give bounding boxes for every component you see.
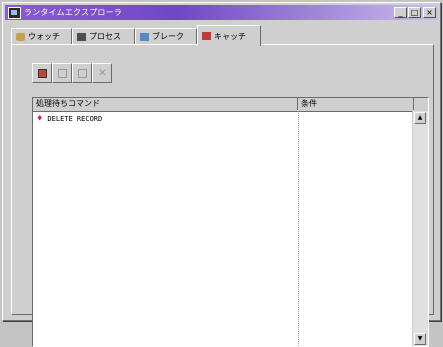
tab-label: ウォッチ bbox=[28, 32, 60, 41]
scroll-down-button[interactable]: ▼ bbox=[414, 333, 426, 345]
breakpoint-icon bbox=[140, 32, 149, 41]
tab-label: ブレーク bbox=[152, 32, 184, 41]
list-item[interactable]: ♦ DELETE RECORD bbox=[37, 114, 103, 124]
close-button[interactable]: × bbox=[423, 7, 436, 18]
new-icon bbox=[38, 69, 47, 78]
window-title: ランタイムエクスプローラ bbox=[24, 8, 122, 17]
list-header: 処理待ちコマンド 条件 bbox=[33, 98, 428, 112]
copy-icon bbox=[78, 69, 87, 78]
tab-watch[interactable]: ウォッチ bbox=[11, 28, 72, 44]
vertical-scrollbar[interactable]: ▲ ▼ bbox=[412, 111, 428, 346]
catch-list[interactable]: 処理待ちコマンド 条件 ♦ DELETE RECORD ▲ ▼ bbox=[32, 97, 429, 347]
title-bar[interactable]: ランタイムエクスプローラ _ □ × bbox=[5, 5, 438, 20]
column-header-command[interactable]: 処理待ちコマンド bbox=[33, 98, 298, 110]
app-icon[interactable] bbox=[8, 7, 21, 19]
process-icon bbox=[77, 32, 86, 41]
tab-catch[interactable]: キャッチ bbox=[197, 25, 261, 46]
watch-icon bbox=[16, 32, 25, 41]
new-catch-button[interactable] bbox=[32, 63, 52, 83]
tab-label: プロセス bbox=[89, 32, 121, 41]
runtime-explorer-window: ランタイムエクスプローラ _ □ × ウォッチ プロセス ブレーク キャッチ ✕… bbox=[2, 2, 441, 347]
toolbar: ✕ bbox=[32, 63, 112, 84]
scroll-up-button[interactable]: ▲ bbox=[414, 112, 426, 124]
diamond-icon: ♦ bbox=[37, 114, 43, 124]
copy-catch-button[interactable] bbox=[72, 63, 92, 83]
edit-catch-button[interactable] bbox=[52, 63, 72, 83]
delete-icon: ✕ bbox=[98, 68, 107, 79]
minimize-button[interactable]: _ bbox=[394, 7, 407, 18]
edit-icon bbox=[58, 69, 67, 78]
delete-catch-button[interactable]: ✕ bbox=[92, 63, 112, 83]
catch-icon bbox=[202, 32, 211, 40]
column-header-condition[interactable]: 条件 bbox=[298, 98, 414, 110]
command-text: DELETE RECORD bbox=[47, 115, 103, 123]
tab-process[interactable]: プロセス bbox=[72, 28, 135, 44]
maximize-button[interactable]: □ bbox=[408, 7, 421, 18]
tab-breakpoint[interactable]: ブレーク bbox=[135, 28, 197, 44]
catch-panel: ✕ 処理待ちコマンド 条件 ♦ DELETE RECORD ▲ ▼ bbox=[11, 44, 434, 347]
column-divider bbox=[298, 111, 299, 346]
tab-label: キャッチ bbox=[214, 31, 246, 41]
